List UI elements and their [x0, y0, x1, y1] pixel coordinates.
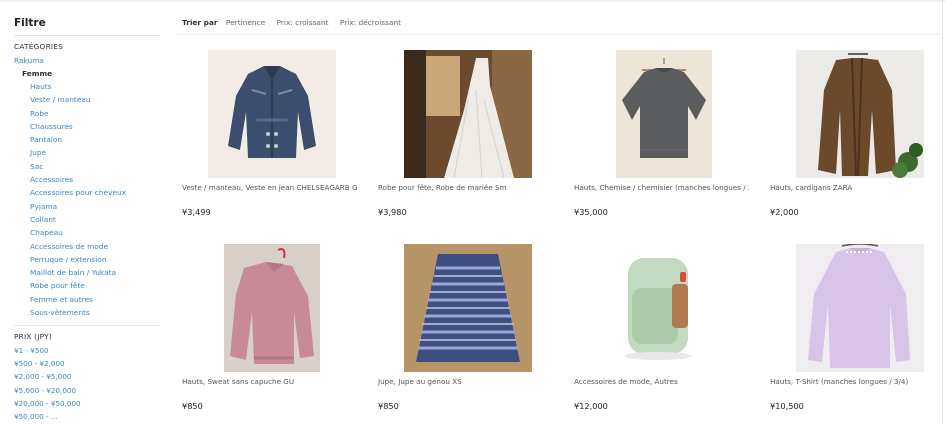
sort-label: Trier par — [182, 18, 218, 27]
subcategory-link[interactable]: Pyjama — [30, 202, 126, 215]
filter-title: Filtre — [14, 17, 46, 29]
product-image-pink-sweater[interactable] — [224, 244, 320, 372]
product-card[interactable]: Hauts, cardigans ZARA ¥2,000 — [770, 50, 945, 235]
product-name[interactable]: Accessoires de mode, Autres — [574, 377, 749, 386]
product-image-air-fryer[interactable] — [616, 244, 712, 372]
product-name[interactable]: Hauts, cardigans ZARA — [770, 183, 945, 192]
subcategory-link[interactable]: Jupe — [30, 148, 126, 161]
price-range-link[interactable]: ¥500 - ¥2,000 — [14, 359, 81, 372]
subcategory-link[interactable]: Robe — [30, 109, 126, 122]
subcategory-link[interactable]: Perruque / extension — [30, 255, 126, 268]
product-name[interactable]: Jupe, Jupe au genou XS — [378, 377, 553, 386]
product-price: ¥2,000 — [770, 207, 799, 217]
subcategory-link[interactable]: Hauts — [30, 82, 126, 95]
subcategory-link[interactable]: Femme et autres — [30, 295, 126, 308]
price-heading: PRIX (JPY) — [14, 332, 52, 341]
divider — [14, 35, 160, 36]
product-card[interactable]: Hauts, T-Shirt (manches longues / 3/4) ¥… — [770, 244, 945, 424]
product-card[interactable]: Veste / manteau, Veste en jean CHELSEAGA… — [182, 50, 362, 235]
divider — [175, 34, 940, 35]
subcategory-link[interactable]: Robe pour fête — [30, 281, 126, 294]
product-price: ¥10,500 — [770, 401, 804, 411]
product-name[interactable]: Hauts, Chemise / chemisier (manches long… — [574, 183, 749, 192]
subcategory-link[interactable]: Chapeau — [30, 228, 126, 241]
subcategory-link[interactable]: Veste / manteau — [30, 95, 126, 108]
sort-bar: Trier par Pertinence Prix: croissant Pri… — [182, 18, 410, 27]
price-range-link[interactable]: ¥50,000 - ... — [14, 412, 81, 424]
product-image-lavender-tshirt[interactable] — [796, 244, 924, 372]
price-range-list: ¥1 - ¥500 ¥500 - ¥2,000 ¥2,000 - ¥5,000 … — [14, 346, 81, 424]
product-image-brown-cardigan[interactable] — [796, 50, 924, 178]
subcategory-link[interactable]: Accessoires pour cheveux — [30, 188, 126, 201]
product-card[interactable]: Jupe, Jupe au genou XS ¥850 — [378, 244, 558, 424]
category-root-link[interactable]: Rakuma — [14, 56, 44, 65]
subcategory-link[interactable]: Chaussures — [30, 122, 126, 135]
product-price: ¥850 — [378, 401, 399, 411]
subcategory-link[interactable]: Sous-vêtements — [30, 308, 126, 321]
price-range-link[interactable]: ¥1 - ¥500 — [14, 346, 81, 359]
price-range-link[interactable]: ¥5,000 - ¥20,000 — [14, 386, 81, 399]
product-name[interactable]: Veste / manteau, Veste en jean CHELSEAGA… — [182, 183, 357, 192]
product-image-denim-jacket[interactable] — [208, 50, 336, 178]
product-card[interactable]: Hauts, Sweat sans capuche GU ¥850 — [182, 244, 362, 424]
product-name[interactable]: Hauts, Sweat sans capuche GU — [182, 377, 357, 386]
sort-option-price-desc[interactable]: Prix: décroissant — [340, 18, 401, 27]
subcategory-list: Hauts Veste / manteau Robe Chaussures Pa… — [30, 82, 126, 321]
filter-sidebar: Filtre CATÉGORIES Rakuma Femme Hauts Ves… — [0, 0, 165, 424]
product-name[interactable]: Robe pour fête, Robe de mariée Sm — [378, 183, 553, 192]
price-range-link[interactable]: ¥20,000 - ¥50,000 — [14, 399, 81, 412]
subcategory-link[interactable]: Accessoires — [30, 175, 126, 188]
subcategory-link[interactable]: Sac — [30, 162, 126, 175]
product-card[interactable]: Hauts, Chemise / chemisier (manches long… — [574, 50, 754, 235]
product-price: ¥12,000 — [574, 401, 608, 411]
product-name[interactable]: Hauts, T-Shirt (manches longues / 3/4) — [770, 377, 945, 386]
product-price: ¥3,499 — [182, 207, 211, 217]
selected-category: Femme — [22, 69, 53, 78]
categories-heading: CATÉGORIES — [14, 42, 64, 51]
product-image-striped-skirt[interactable] — [404, 244, 532, 372]
product-image-wedding-dress[interactable] — [404, 50, 532, 178]
product-price: ¥850 — [182, 401, 203, 411]
product-card[interactable]: Robe pour fête, Robe de mariée Sm ¥3,980 — [378, 50, 558, 235]
product-price: ¥35,000 — [574, 207, 608, 217]
subcategory-link[interactable]: Maillot de bain / Yukata — [30, 268, 126, 281]
product-card[interactable]: Accessoires de mode, Autres ¥12,000 — [574, 244, 754, 424]
subcategory-link[interactable]: Pantalon — [30, 135, 126, 148]
divider — [14, 325, 160, 326]
product-image-gray-blouse[interactable] — [616, 50, 712, 178]
price-range-link[interactable]: ¥2,000 - ¥5,000 — [14, 372, 81, 385]
subcategory-link[interactable]: Accessoires de mode — [30, 242, 126, 255]
sort-option-price-asc[interactable]: Prix: croissant — [277, 18, 329, 27]
product-price: ¥3,980 — [378, 207, 407, 217]
subcategory-link[interactable]: Collant — [30, 215, 126, 228]
sort-option-relevance[interactable]: Pertinence — [226, 18, 265, 27]
